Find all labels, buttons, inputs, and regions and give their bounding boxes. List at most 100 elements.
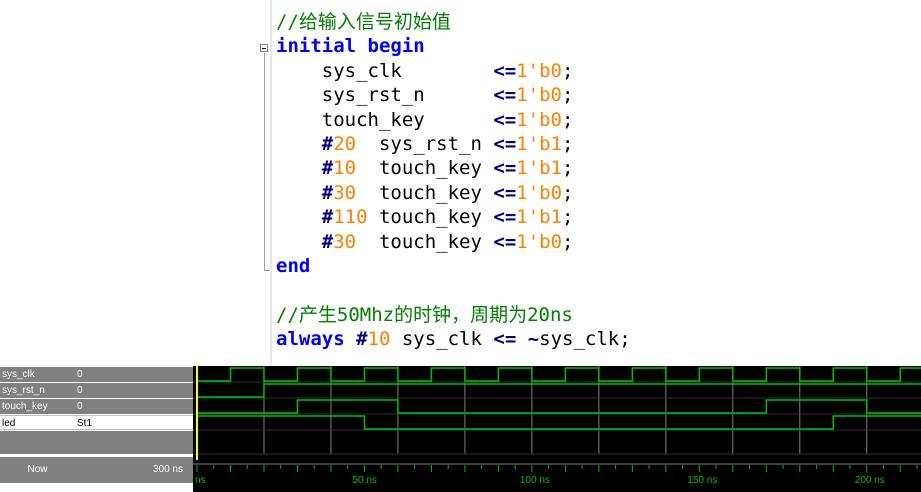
signal-name-empty-row (0, 431, 75, 454)
signal-value-sys-clk: 0 (75, 367, 193, 382)
trace-touch-key (197, 399, 921, 414)
code-token: 1'b1 (516, 206, 563, 229)
code-token: ; (562, 59, 574, 82)
fold-gutter (258, 0, 274, 366)
code-token: sys_rst_n (356, 133, 494, 155)
ruler-tick-label: ns (195, 475, 206, 486)
code-token: 30 (333, 230, 357, 253)
code-line: //给输入信号初始值 (276, 10, 451, 34)
code-token: always (276, 328, 357, 351)
code-token: 1'b0 (516, 108, 562, 131)
collapse-icon[interactable] (260, 44, 268, 52)
code-token: 110 (333, 206, 368, 229)
code-token: ; (562, 206, 574, 229)
code-token: <= (493, 181, 517, 204)
ruler-tick-label: 100 ns (520, 475, 550, 486)
signal-value-led: St1 (75, 415, 193, 430)
code-token: ~ (516, 328, 540, 351)
code-token: touch_key (276, 108, 494, 131)
code-line: #30 touch_key <=1'b0; (276, 230, 574, 254)
code-token: ; (562, 230, 574, 253)
code-token: <= (493, 84, 517, 107)
code-token: 1'b0 (516, 181, 563, 204)
code-token: <= (493, 328, 517, 351)
code-token: 20 (333, 133, 357, 155)
code-token: end (276, 255, 311, 277)
code-token: <= (493, 206, 517, 229)
code-token: sys_rst_n (276, 84, 494, 107)
code-token: # (321, 157, 334, 180)
code-token: //给输入信号初始值 (276, 11, 451, 33)
code-token: 10 (367, 328, 391, 351)
waveform-canvas[interactable]: ns 50 ns 100 ns 150 ns 200 ns (193, 366, 921, 492)
waveform-viewer: sys_clk sys_rst_n touch_key led Now 0 0 … (0, 366, 921, 492)
code-line: #20 sys_rst_n <=1'b1; (276, 132, 574, 156)
code-token: 10 (333, 157, 357, 180)
code-token: initial begin (276, 35, 425, 58)
code-token: ; (562, 157, 574, 180)
code-line: sys_clk <=1'b0; (276, 59, 574, 83)
code-token: //产生50Mhz的时钟，周期为20ns (276, 303, 573, 326)
code-token: ; (562, 108, 574, 131)
signal-value-empty-row (75, 431, 193, 454)
code-token: 1'b0 (516, 84, 562, 107)
code-line: //产生50Mhz的时钟，周期为20ns (276, 303, 573, 327)
code-token: <= (493, 59, 517, 82)
signal-value-column: 0 0 0 St1 300 ns (75, 366, 193, 492)
fold-line (264, 53, 265, 270)
gutter-bar (270, 0, 272, 366)
code-token: ; (562, 133, 574, 155)
ruler-tick-label: 200 ns (855, 475, 885, 486)
code-token: <= (493, 108, 517, 131)
code-token: # (321, 230, 334, 253)
code-token: sys_clk; (539, 328, 631, 351)
signal-value-touch-key: 0 (75, 399, 193, 414)
code-token: # (321, 206, 334, 229)
code-token: 30 (333, 181, 357, 204)
now-value: 300 ns (75, 457, 193, 483)
code-token: <= (493, 133, 517, 155)
code-token: touch_key (356, 181, 494, 204)
ruler-tick-label: 50 ns (352, 475, 376, 486)
code-token: ; (562, 181, 574, 204)
trace-sys-rst-n (197, 383, 921, 398)
code-token: sys_clk (276, 59, 494, 82)
code-line: sys_rst_n <=1'b0; (276, 83, 574, 107)
code-token: 1'b1 (516, 133, 563, 155)
code-token: touch_key (356, 157, 494, 180)
signal-name-led[interactable]: led (0, 415, 75, 430)
code-line: #10 touch_key <=1'b1; (276, 156, 574, 180)
trace-led (197, 415, 921, 430)
code-line: always #10 sys_clk <= ~sys_clk; (276, 327, 631, 351)
code-line: initial begin (276, 34, 425, 58)
waveform-pane[interactable]: ns 50 ns 100 ns 150 ns 200 ns (193, 366, 921, 492)
code-token: <= (493, 230, 517, 253)
code-token: 1'b0 (516, 230, 563, 253)
signal-name-sys-clk[interactable]: sys_clk (0, 367, 75, 382)
code-token: 1'b0 (516, 59, 562, 82)
code-token: # (321, 133, 334, 155)
code-token: # (321, 181, 334, 204)
signal-name-sys-rst-n[interactable]: sys_rst_n (0, 383, 75, 398)
code-line: #30 touch_key <=1'b0; (276, 181, 574, 205)
now-label: Now (0, 457, 75, 483)
code-line: #110 touch_key <=1'b1; (276, 205, 574, 229)
code-token: touch_key (356, 230, 494, 253)
code-line: end (276, 254, 310, 278)
signal-name-column: sys_clk sys_rst_n touch_key led Now (0, 366, 75, 492)
code-token: sys_clk (390, 328, 494, 351)
trace-sys-clk (197, 367, 921, 382)
code-token: # (356, 328, 368, 351)
code-token: 1'b1 (516, 157, 563, 180)
code-token: ; (562, 84, 574, 107)
code-editor[interactable]: //给输入信号初始值 initial begin sys_clk <=1'b0; … (258, 0, 921, 366)
signal-name-touch-key[interactable]: touch_key (0, 399, 75, 414)
code-token: touch_key (367, 206, 494, 229)
code-token: <= (493, 157, 517, 180)
code-line: touch_key <=1'b0; (276, 108, 574, 132)
